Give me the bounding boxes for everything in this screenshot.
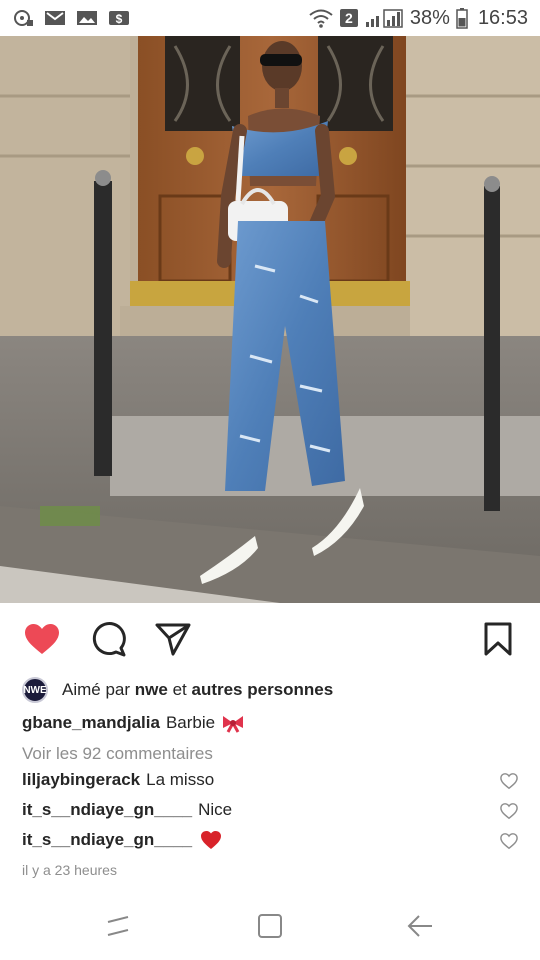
liked-by-user[interactable]: nwe xyxy=(135,680,168,699)
caption: gbane_mandjalia Barbie xyxy=(22,713,245,733)
recent-apps-button[interactable] xyxy=(103,911,133,941)
view-all-comments[interactable]: Voir les 92 commentaires xyxy=(22,744,213,764)
comment-button[interactable] xyxy=(88,619,128,659)
gmail-icon xyxy=(45,11,65,25)
home-button[interactable] xyxy=(255,911,285,941)
liked-by-rest[interactable]: autres personnes xyxy=(191,680,333,699)
comment-text: La misso xyxy=(146,770,215,789)
heart-icon xyxy=(25,624,59,654)
system-status: 2 38% 16:53 xyxy=(308,7,528,30)
comment-like-icon[interactable] xyxy=(500,772,518,790)
home-icon xyxy=(258,914,282,938)
liked-by[interactable]: NWE Aimé par nwe et autres personnes xyxy=(22,676,333,704)
notification-icons: $ xyxy=(12,9,130,27)
comment-username[interactable]: liljaybingerack xyxy=(22,770,140,790)
red-heart-emoji-icon xyxy=(201,831,222,849)
comment-like-icon[interactable] xyxy=(500,802,518,820)
status-bar: $ 2 38% 16:53 xyxy=(0,0,540,36)
liked-by-prefix: Aimé par xyxy=(62,680,131,699)
recent-apps-icon xyxy=(107,916,129,936)
liked-by-join: et xyxy=(172,680,187,699)
signal-icon xyxy=(365,9,403,28)
battery-percent: 38% xyxy=(409,6,450,29)
chat-icon xyxy=(14,10,33,26)
comment-text: Nice xyxy=(198,800,233,819)
comment-like-icon[interactable] xyxy=(500,832,518,850)
share-button[interactable] xyxy=(153,619,193,659)
comment-username[interactable]: it_s__ndiaye_gn____ xyxy=(22,800,192,820)
post-actions xyxy=(0,603,540,673)
post-image[interactable] xyxy=(0,36,540,603)
gallery-icon xyxy=(77,11,97,25)
street-fashion-photo xyxy=(0,36,540,603)
ribbon-emoji-icon xyxy=(223,716,244,733)
system-nav-bar xyxy=(0,895,540,960)
comment-username[interactable]: it_s__ndiaye_gn____ xyxy=(22,830,192,850)
clock: 16:53 xyxy=(477,6,528,29)
post-timestamp: il y a 23 heures xyxy=(22,862,117,878)
back-button[interactable] xyxy=(405,911,435,941)
save-button[interactable] xyxy=(478,619,518,659)
caption-username[interactable]: gbane_mandjalia xyxy=(22,713,160,733)
caption-text: Barbie xyxy=(165,713,216,732)
avatar[interactable]: NWE xyxy=(22,677,48,703)
money-icon: $ xyxy=(109,11,129,26)
back-arrow-icon xyxy=(407,915,432,937)
comment-row: it_s__ndiaye_gn____ xyxy=(22,830,518,850)
send-icon xyxy=(155,623,191,656)
comment-row: it_s__ndiaye_gn____ Nice xyxy=(22,800,518,820)
comment-icon xyxy=(92,622,126,657)
wifi-icon xyxy=(309,9,333,28)
battery-icon xyxy=(456,8,468,29)
svg-text:$: $ xyxy=(116,12,123,26)
like-button[interactable] xyxy=(22,619,62,659)
sim-badge: 2 xyxy=(339,9,358,27)
bookmark-icon xyxy=(484,622,512,656)
comment-row: liljaybingerack La misso xyxy=(22,770,518,790)
